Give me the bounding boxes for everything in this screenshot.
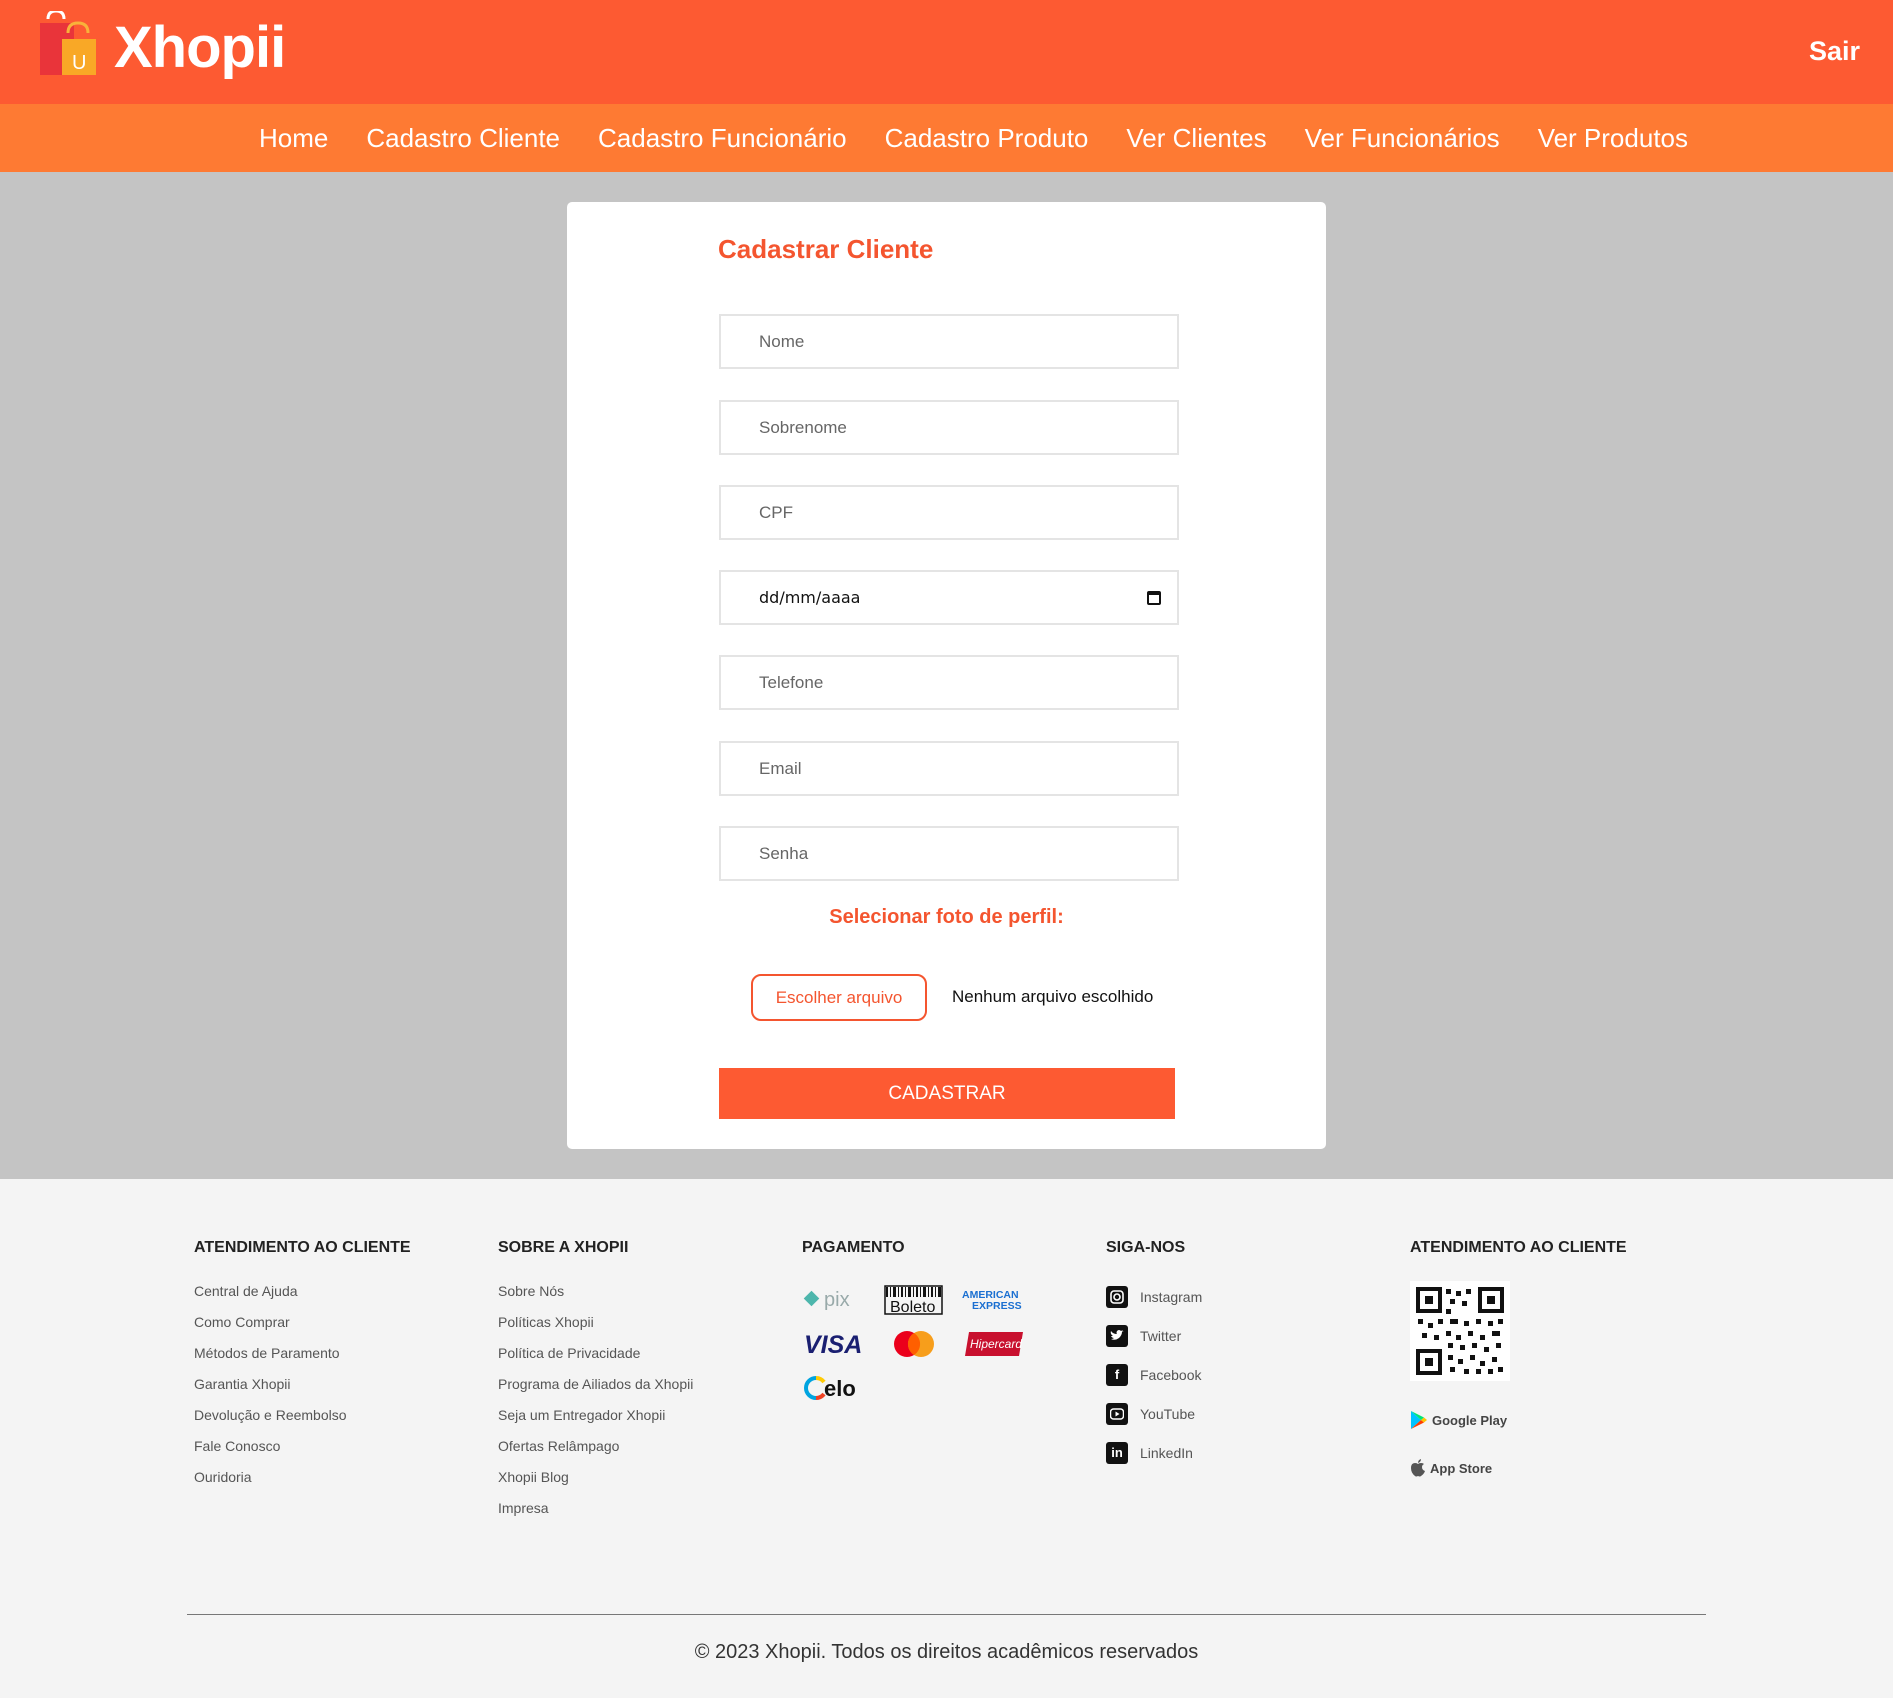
footer-link[interactable]: Fale Conosco [194,1438,411,1469]
linkedin-icon: in [1106,1441,1128,1464]
google-play-badge[interactable]: Google Play [1410,1407,1627,1433]
footer-link[interactable]: Xhopii Blog [498,1469,693,1500]
shopping-bag-icon: U [38,8,112,79]
svg-text:EXPRESS: EXPRESS [972,1300,1022,1312]
apple-icon [1411,1459,1425,1477]
date-placeholder: dd/mm/aaaa [759,588,861,607]
brand-name: Xhopii [114,15,286,80]
nome-input[interactable]: Nome [719,314,1179,369]
social-label: LinkedIn [1140,1444,1193,1461]
footer-link[interactable]: Ouridoria [194,1469,411,1500]
calendar-icon[interactable] [1147,591,1161,605]
app-store-badge[interactable]: App Store [1410,1455,1627,1481]
footer-col-social: SIGA-NOS Instagram Twitter f Facebook Yo… [1106,1239,1202,1472]
footer-heading: ATENDIMENTO AO CLIENTE [1410,1239,1627,1256]
logout-link[interactable]: Sair [1809,36,1860,67]
footer-heading: PAGAMENTO [802,1239,905,1256]
choose-file-button[interactable]: Escolher arquivo [751,974,927,1021]
footer-link[interactable]: Como Comprar [194,1314,411,1345]
social-link-instagram[interactable]: Instagram [1106,1277,1202,1316]
footer-link[interactable]: Ofertas Relâmpago [498,1438,693,1469]
svg-text:Boleto: Boleto [890,1299,935,1315]
svg-text:elo: elo [824,1376,856,1401]
footer-link[interactable]: Impresa [498,1500,693,1531]
boleto-logo: Boleto [882,1283,946,1316]
footer-divider [187,1614,1706,1615]
facebook-icon: f [1106,1363,1128,1386]
footer-link[interactable]: Devolução e Reembolso [194,1407,411,1438]
nav-item-cadastro-funcionario[interactable]: Cadastro Funcionário [579,123,866,154]
social-link-linkedin[interactable]: in LinkedIn [1106,1433,1202,1472]
telefone-input[interactable]: Telefone [719,655,1179,710]
footer-col-atendimento: ATENDIMENTO AO CLIENTE Central de Ajuda … [194,1239,411,1500]
footer-col-pagamento: PAGAMENTO pix Boleto AMERICAN EXPRESS VI… [802,1239,1026,1404]
footer-heading: ATENDIMENTO AO CLIENTE [194,1239,411,1256]
register-card: Cadastrar Cliente Nome Sobrenome CPF dd/… [567,202,1326,1149]
social-label: Facebook [1140,1366,1202,1383]
svg-text:Hipercard: Hipercard [970,1337,1022,1351]
amex-logo: AMERICAN EXPRESS [962,1283,1026,1316]
footer-link[interactable]: Políticas Xhopii [498,1314,693,1345]
file-status-text: Nenhum arquivo escolhido [952,987,1154,1006]
email-input[interactable]: Email [719,741,1179,796]
google-play-icon [1411,1411,1427,1429]
brand-logo[interactable]: U Xhopii [38,8,286,81]
footer-link[interactable]: Sobre Nós [498,1283,693,1314]
pix-logo: pix [802,1283,866,1316]
visa-logo: VISA [802,1327,866,1360]
nav-item-cadastro-cliente[interactable]: Cadastro Cliente [347,123,579,154]
footer-link[interactable]: Política de Privacidade [498,1345,693,1376]
footer-link[interactable]: Garantia Xhopii [194,1376,411,1407]
photo-label: Selecionar foto de perfil: [829,906,1064,928]
senha-input[interactable]: Senha [719,826,1179,881]
social-link-twitter[interactable]: Twitter [1106,1316,1202,1355]
birthdate-input[interactable]: dd/mm/aaaa [719,570,1179,625]
footer-heading: SIGA-NOS [1106,1239,1186,1256]
nav-item-cadastro-produto[interactable]: Cadastro Produto [866,123,1108,154]
footer-link[interactable]: Central de Ajuda [194,1283,411,1314]
footer-link[interactable]: Seja um Entregador Xhopii [498,1407,693,1438]
nav-item-ver-funcionarios[interactable]: Ver Funcionários [1286,123,1519,154]
elo-logo: elo [802,1371,866,1404]
svg-text:pix: pix [824,1289,850,1311]
social-label: YouTube [1140,1405,1196,1422]
cpf-input[interactable]: CPF [719,485,1179,540]
twitter-icon [1106,1324,1128,1347]
copyright-text: © 2023 Xhopii. Todos os direitos acadêmi… [694,1641,1199,1663]
footer-col-apps: ATENDIMENTO AO CLIENTE Google Play App S… [1410,1239,1627,1481]
footer: ATENDIMENTO AO CLIENTE Central de Ajuda … [0,1179,1893,1698]
social-label: Instagram [1140,1288,1203,1305]
social-label: Twitter [1140,1327,1182,1344]
submit-button[interactable]: CADASTRAR [719,1068,1175,1119]
social-link-youtube[interactable]: YouTube [1106,1394,1202,1433]
top-header: U Xhopii Sair [0,0,1893,104]
svg-text:VISA: VISA [804,1331,862,1358]
form-title: Cadastrar Cliente [718,234,934,264]
footer-heading: SOBRE A XHOPII [498,1239,629,1256]
sobrenome-input[interactable]: Sobrenome [719,400,1179,455]
main-nav: Home Cadastro Cliente Cadastro Funcionár… [0,104,1893,172]
footer-link[interactable]: Programa de Ailiados da Xhopii [498,1376,693,1407]
svg-text:U: U [72,52,86,74]
nav-item-home[interactable]: Home [240,123,347,154]
mastercard-logo [882,1327,946,1360]
social-link-facebook[interactable]: f Facebook [1106,1355,1202,1394]
nav-item-ver-clientes[interactable]: Ver Clientes [1107,123,1285,154]
instagram-icon [1106,1285,1128,1308]
qr-code [1410,1281,1510,1381]
footer-link[interactable]: Métodos de Paramento [194,1345,411,1376]
nav-item-ver-produtos[interactable]: Ver Produtos [1519,123,1707,154]
hipercard-logo: Hipercard [962,1327,1026,1360]
footer-col-sobre: SOBRE A XHOPII Sobre Nós Políticas Xhopi… [498,1239,693,1531]
youtube-icon [1106,1402,1128,1425]
